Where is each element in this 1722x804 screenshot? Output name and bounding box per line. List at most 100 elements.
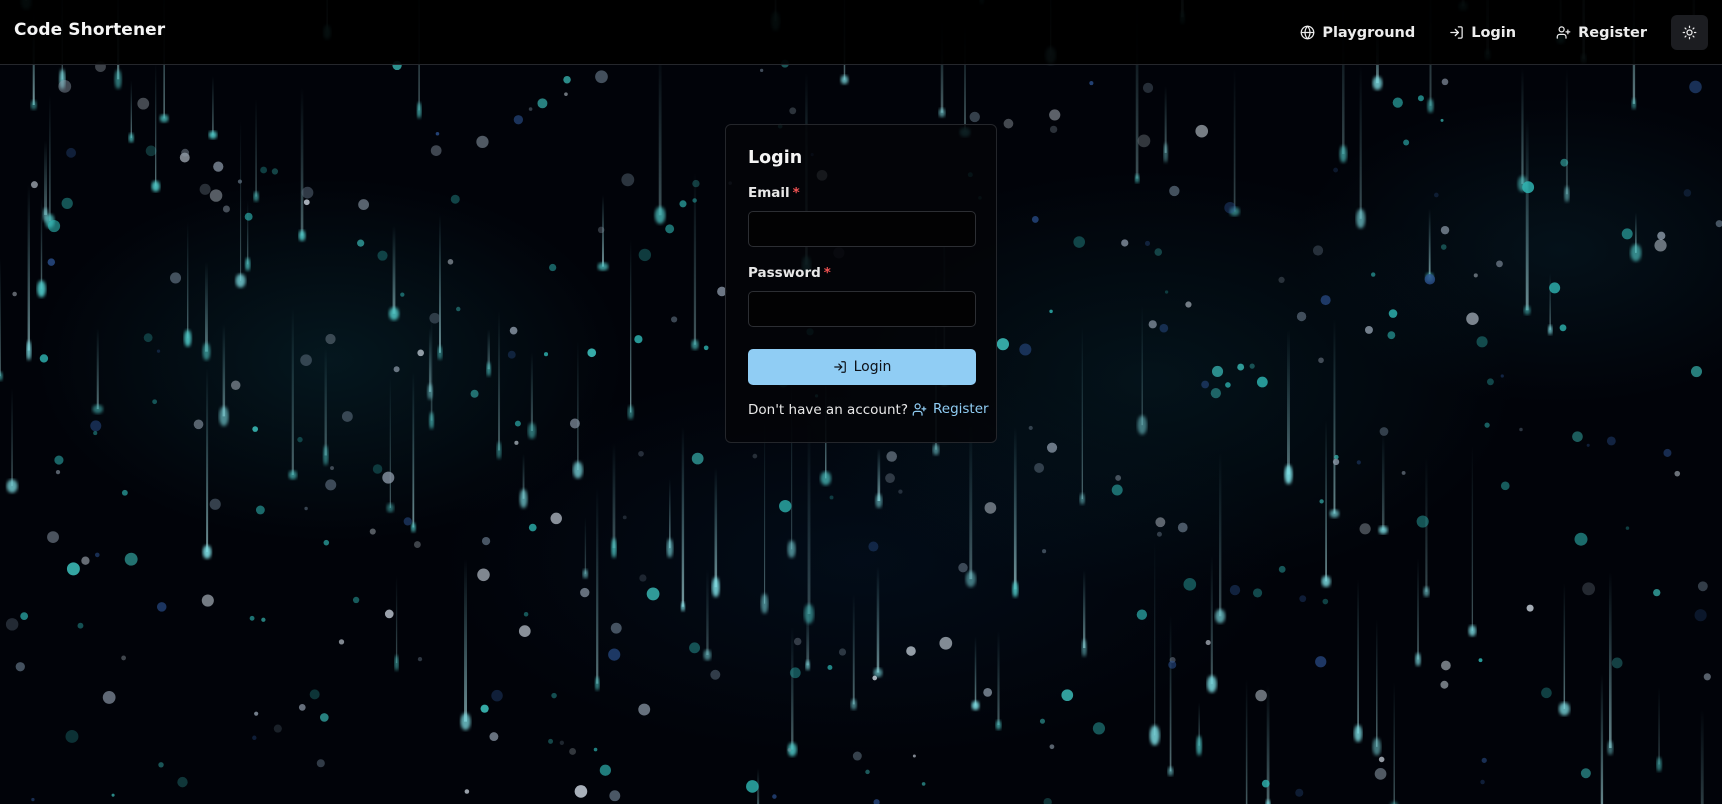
- navbar: Code Shortener Playground Login Register: [0, 0, 1722, 65]
- nav-playground-link[interactable]: Playground: [1300, 25, 1415, 41]
- bokeh-dot: [55, 469, 61, 475]
- bokeh-dot: [873, 799, 880, 804]
- particle-streak: [1245, 679, 1248, 804]
- bokeh-dot: [1500, 374, 1504, 378]
- particle-head: [805, 660, 810, 671]
- email-field[interactable]: [748, 211, 976, 247]
- bokeh-dot: [429, 312, 441, 324]
- bokeh-dot: [1049, 744, 1055, 750]
- nav-login-link[interactable]: Login: [1449, 25, 1516, 41]
- particle-streak: [412, 371, 415, 528]
- bokeh-dot: [1028, 425, 1033, 431]
- particle-streak: [1013, 426, 1017, 590]
- bokeh-dot: [244, 212, 253, 221]
- bokeh-dot: [1252, 588, 1263, 598]
- bokeh-dot: [377, 250, 388, 261]
- bokeh-dot: [1278, 276, 1285, 284]
- nav-register-link[interactable]: Register: [1556, 25, 1647, 41]
- particle-head: [417, 102, 422, 119]
- bokeh-dot: [1224, 201, 1236, 214]
- particle-streak: [876, 566, 880, 673]
- particle-streak: [1525, 118, 1529, 311]
- particle-head: [1607, 740, 1614, 756]
- login-submit-button[interactable]: Login: [748, 349, 976, 385]
- bokeh-dot: [1586, 443, 1590, 447]
- particle-head: [1134, 174, 1140, 184]
- particle-head: [611, 538, 617, 558]
- particle-streak: [1565, 69, 1568, 195]
- bokeh-dot: [912, 754, 916, 758]
- bokeh-dot: [1278, 565, 1286, 573]
- register-link[interactable]: Register: [912, 401, 989, 417]
- globe-icon: [1300, 25, 1315, 40]
- particle-head: [1284, 464, 1293, 485]
- bokeh-dot: [323, 539, 330, 546]
- particle-head: [527, 422, 536, 439]
- sun-icon: [1682, 25, 1697, 40]
- bokeh-dot: [1433, 192, 1439, 198]
- particle-streak: [1141, 305, 1143, 426]
- bokeh-dot: [94, 552, 100, 558]
- bokeh-dot: [1440, 118, 1444, 122]
- bokeh-dot: [1574, 532, 1588, 546]
- bokeh-dot: [1255, 689, 1267, 702]
- particle-head: [411, 522, 416, 533]
- particle-head: [654, 206, 666, 224]
- bokeh-dot: [528, 523, 537, 532]
- bokeh-dot: [20, 612, 29, 621]
- bokeh-dot: [261, 617, 266, 622]
- particle-head: [1329, 509, 1340, 518]
- bokeh-dot: [66, 562, 80, 576]
- bokeh-dot: [692, 179, 700, 188]
- bokeh-dot: [969, 111, 980, 123]
- bokeh-dot: [121, 655, 127, 661]
- bokeh-dot: [201, 594, 214, 607]
- bokeh-dot: [417, 656, 423, 662]
- bokeh-dot: [1473, 273, 1478, 278]
- bokeh-dot: [181, 148, 190, 157]
- bokeh-dot: [222, 205, 230, 213]
- bokeh-dot: [1476, 336, 1488, 348]
- bokeh-dot: [489, 732, 499, 742]
- bokeh-dot: [886, 451, 897, 462]
- bokeh-dot: [1416, 515, 1429, 528]
- bokeh-dot: [752, 453, 758, 459]
- bokeh-dot: [124, 552, 138, 566]
- bokeh-dot: [1155, 517, 1166, 528]
- bokeh-dot: [476, 135, 489, 149]
- nav-login-label: Login: [1471, 24, 1517, 41]
- particle-streak: [205, 261, 208, 352]
- bokeh-dot: [1320, 295, 1331, 306]
- theme-toggle-button[interactable]: [1671, 15, 1708, 50]
- bokeh-dot: [1049, 125, 1058, 134]
- particle-streak: [300, 87, 304, 236]
- particle-head: [1012, 581, 1019, 598]
- bokeh-dot: [1364, 325, 1373, 334]
- bokeh-dot: [1046, 442, 1058, 453]
- particle-head: [1079, 493, 1085, 505]
- bokeh-dot: [316, 759, 325, 768]
- particle-head: [760, 593, 769, 614]
- particle-head: [1163, 143, 1168, 163]
- particle-streak: [596, 487, 599, 684]
- bokeh-dot: [5, 618, 19, 631]
- particle-streak: [1700, 709, 1704, 804]
- bokeh-dot: [297, 436, 303, 443]
- bokeh-dot: [872, 675, 878, 681]
- bokeh-dot: [1703, 673, 1711, 681]
- log-in-icon: [1450, 26, 1463, 39]
- particle-head: [30, 100, 37, 110]
- brand-title[interactable]: Code Shortener: [14, 20, 165, 40]
- particle-head: [1656, 757, 1662, 772]
- particle-head: [875, 493, 883, 509]
- bokeh-dot: [252, 735, 257, 740]
- bokeh-dot: [852, 751, 862, 761]
- bokeh-dot: [491, 689, 503, 702]
- particle-streak: [630, 239, 632, 413]
- bokeh-dot: [1689, 80, 1702, 94]
- bokeh-dot: [1526, 604, 1534, 612]
- particle-head: [804, 604, 814, 624]
- particle-head: [680, 602, 685, 612]
- particle-head: [202, 343, 211, 361]
- password-field[interactable]: [748, 291, 976, 327]
